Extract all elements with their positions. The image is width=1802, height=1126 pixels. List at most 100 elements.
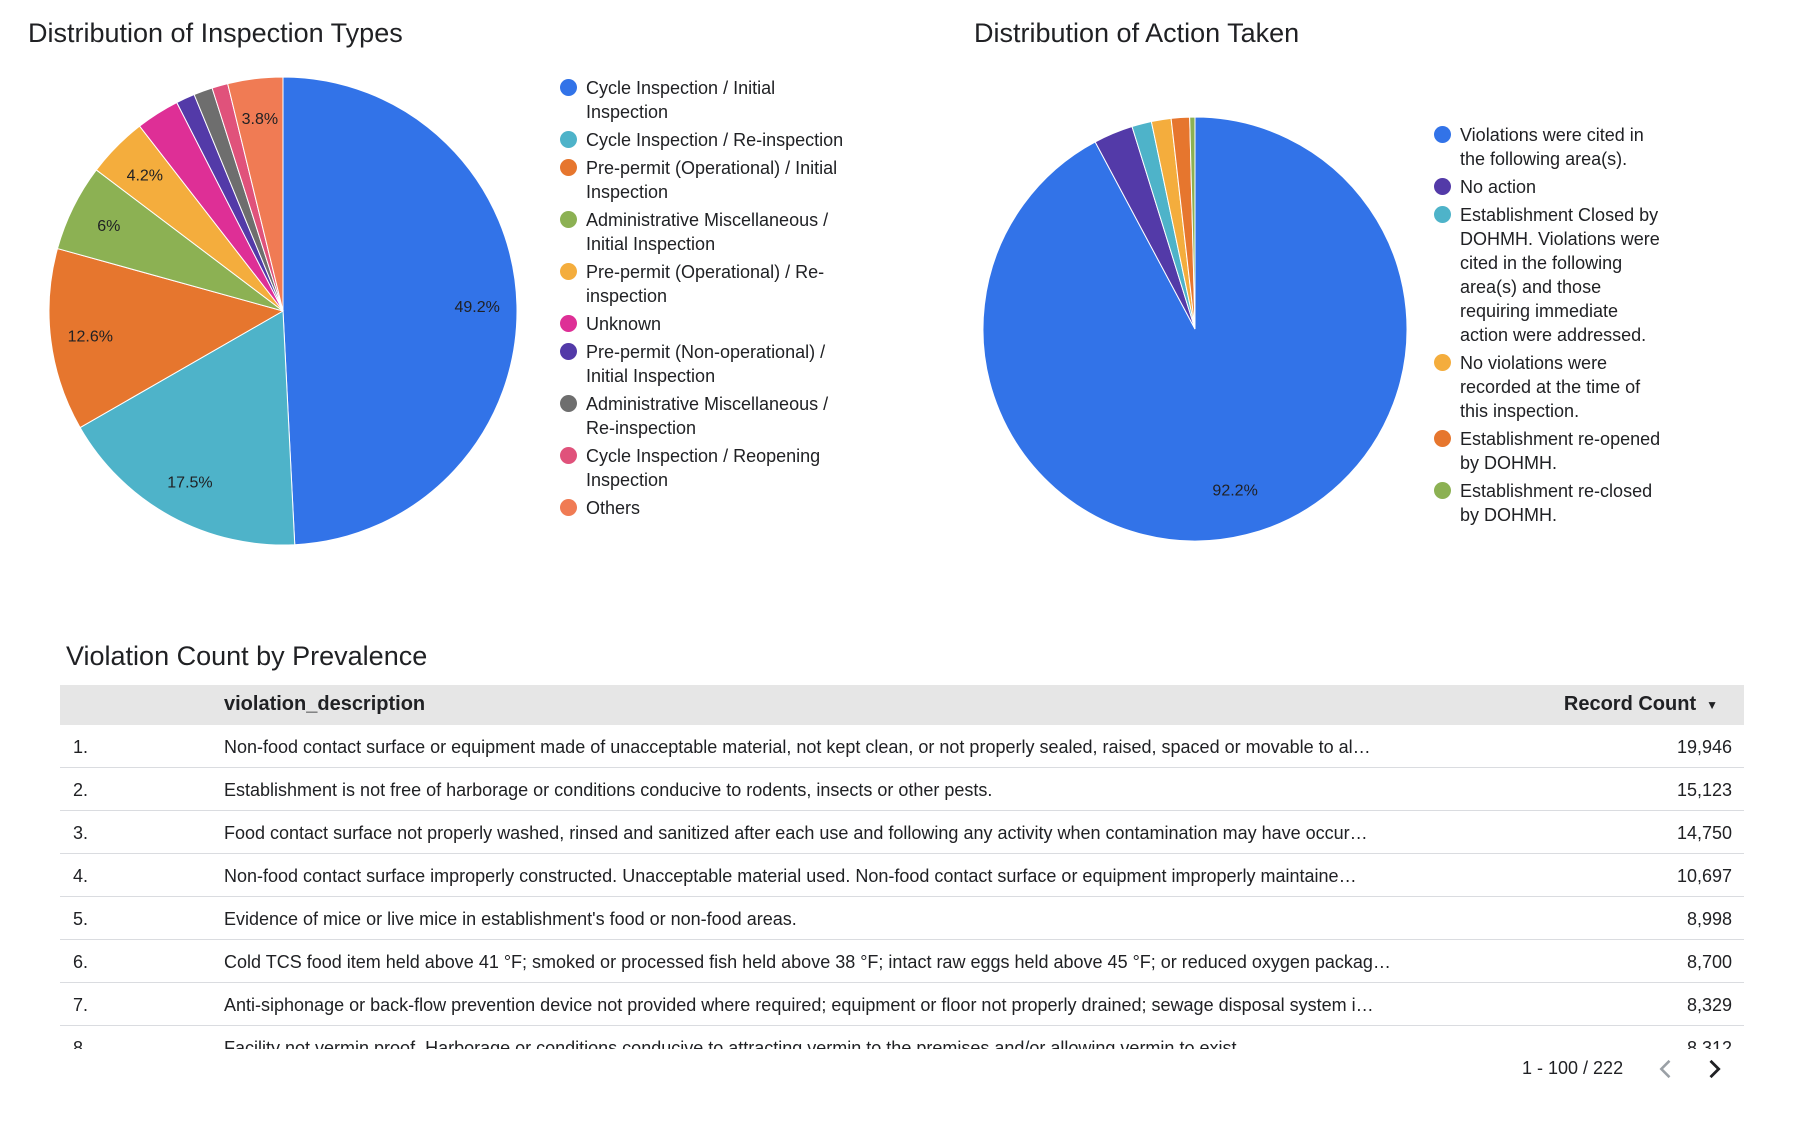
- legend-action-taken: Violations were cited in the following a…: [1434, 123, 1669, 531]
- row-record-count: 14,750: [1676, 823, 1732, 843]
- row-number: 7.: [73, 995, 89, 1015]
- legend-label: Administrative Miscellaneous / Initial I…: [586, 210, 829, 254]
- legend-label: Others: [586, 498, 641, 518]
- table-row[interactable]: 1. Non-food contact surface or equipment …: [60, 725, 1744, 768]
- table-row[interactable]: 2. Establishment is not free of harborage…: [60, 768, 1744, 811]
- legend-swatch-icon: [1434, 206, 1451, 223]
- slice-label-pre-permit-operational-initial-inspectio: 12.6%: [68, 328, 113, 345]
- legend-item-others[interactable]: Others: [560, 496, 860, 520]
- row-number: 1.: [73, 737, 89, 757]
- legend-swatch-icon: [560, 315, 577, 332]
- table-row[interactable]: 7. Anti-siphonage or back-flow prevention…: [60, 983, 1744, 1026]
- table-row[interactable]: 6. Cold TCS food item held above 41 °F; s…: [60, 940, 1744, 983]
- slice-label-cycle-inspection-re-inspection: 17.5%: [167, 474, 212, 491]
- legend-item-unknown[interactable]: Unknown: [560, 312, 860, 336]
- slice-label-pre-permit-operational-re-inspection: 4.2%: [127, 168, 163, 185]
- slice-label-violations-were-cited-in-the-following-a: 92.2%: [1212, 482, 1257, 499]
- legend-item-no-action[interactable]: No action: [1434, 175, 1669, 199]
- slice-label-administrative-miscellaneous-initial-ins: 6%: [97, 218, 120, 235]
- row-description: Non-food contact surface or equipment ma…: [224, 737, 1371, 757]
- legend-item-no-violations-were-recorded-at-the-time-[interactable]: No violations were recorded at the time …: [1434, 351, 1669, 423]
- legend-swatch-icon: [1434, 482, 1451, 499]
- legend-label: Pre-permit (Operational) / Re-inspection: [586, 262, 825, 306]
- legend-swatch-icon: [560, 499, 577, 516]
- table-row[interactable]: 5. Evidence of mice or live mice in estab…: [60, 897, 1744, 940]
- table-row[interactable]: 8. Facility not vermin proof. Harborage o…: [60, 1026, 1744, 1049]
- row-description: Facility not vermin proof. Harborage or …: [224, 1038, 1242, 1049]
- row-record-count: 8,312: [1686, 1038, 1732, 1049]
- column-header-record-count-label: Record Count: [1563, 693, 1697, 715]
- legend-item-cycle-inspection-reopening-inspection[interactable]: Cycle Inspection / Reopening Inspection: [560, 444, 860, 492]
- row-description: Evidence of mice or live mice in establi…: [224, 909, 797, 929]
- sort-descending-icon[interactable]: ▼: [1706, 698, 1718, 712]
- table-row[interactable]: 3. Food contact surface not properly wash…: [60, 811, 1744, 854]
- legend-item-pre-permit-operational-initial-inspectio[interactable]: Pre-permit (Operational) / Initial Inspe…: [560, 156, 860, 204]
- legend-label: Violations were cited in the following a…: [1460, 125, 1644, 169]
- legend-label: Cycle Inspection / Reopening Inspection: [586, 446, 821, 490]
- pie-chart-action-taken[interactable]: 92.2%: [980, 114, 1410, 544]
- legend-item-pre-permit-non-operational-initial-inspe[interactable]: Pre-permit (Non-operational) / Initial I…: [560, 340, 860, 388]
- legend-label: Unknown: [586, 314, 662, 334]
- column-header-description[interactable]: violation_description: [224, 693, 425, 716]
- row-description: Food contact surface not properly washed…: [224, 823, 1368, 843]
- row-number: 4.: [73, 866, 89, 886]
- chevron-right-icon: [1709, 1059, 1721, 1079]
- row-description: Cold TCS food item held above 41 °F; smo…: [224, 952, 1391, 972]
- slice-label-others: 3.8%: [242, 111, 278, 128]
- row-description: Non-food contact surface improperly cons…: [224, 866, 1357, 886]
- row-record-count: 10,697: [1676, 866, 1732, 886]
- row-number: 3.: [73, 823, 89, 843]
- table-body: 1. Non-food contact surface or equipment …: [60, 725, 1744, 1049]
- row-record-count: 8,998: [1686, 909, 1732, 929]
- pie-chart-inspection-types[interactable]: 49.2% 17.5% 12.6% 6% 4.2% 3.8%: [48, 76, 518, 546]
- pagination-range: 1 - 100 / 222: [1522, 1058, 1624, 1078]
- violation-table: violation_description Record Count ▼ 1. N…: [60, 685, 1744, 1049]
- row-number: 2.: [73, 780, 89, 800]
- legend-label: Establishment re-closed by DOHMH.: [1460, 481, 1653, 525]
- legend-item-cycle-inspection-initial-inspection[interactable]: Cycle Inspection / Initial Inspection: [560, 76, 860, 124]
- legend-swatch-icon: [560, 211, 577, 228]
- legend-label: Pre-permit (Non-operational) / Initial I…: [586, 342, 826, 386]
- previous-page-button[interactable]: [1652, 1055, 1680, 1083]
- legend-label: Cycle Inspection / Re-inspection: [586, 130, 844, 150]
- legend-label: Administrative Miscellaneous / Re-inspec…: [586, 394, 829, 438]
- legend-item-violations-were-cited-in-the-following-a[interactable]: Violations were cited in the following a…: [1434, 123, 1669, 171]
- legend-swatch-icon: [1434, 430, 1451, 447]
- legend-label: Establishment re-opened by DOHMH.: [1460, 429, 1661, 473]
- row-number: 5.: [73, 909, 89, 929]
- legend-item-administrative-miscellaneous-re-inspecti[interactable]: Administrative Miscellaneous / Re-inspec…: [560, 392, 860, 440]
- legend-item-cycle-inspection-re-inspection[interactable]: Cycle Inspection / Re-inspection: [560, 128, 860, 152]
- legend-inspection-types: Cycle Inspection / Initial Inspection Cyc…: [560, 76, 860, 524]
- row-record-count: 15,123: [1676, 780, 1732, 800]
- legend-swatch-icon: [560, 447, 577, 464]
- row-description: Anti-siphonage or back-flow prevention d…: [224, 995, 1374, 1015]
- legend-swatch-icon: [1434, 178, 1451, 195]
- legend-label: Cycle Inspection / Initial Inspection: [586, 78, 776, 122]
- row-number: 6.: [73, 952, 89, 972]
- legend-swatch-icon: [560, 159, 577, 176]
- legend-swatch-icon: [560, 263, 577, 280]
- slice-label-cycle-inspection-initial-inspection: 49.2%: [454, 299, 499, 316]
- legend-label: Pre-permit (Operational) / Initial Inspe…: [586, 158, 838, 202]
- legend-item-establishment-closed-by-dohmh-violations[interactable]: Establishment Closed by DOHMH. Violation…: [1434, 203, 1669, 347]
- column-header-record-count[interactable]: Record Count ▼: [1564, 693, 1718, 716]
- next-page-button[interactable]: [1700, 1055, 1728, 1083]
- legend-label: No violations were recorded at the time …: [1460, 353, 1641, 421]
- legend-swatch-icon: [560, 131, 577, 148]
- legend-label: No action: [1460, 177, 1537, 197]
- row-record-count: 8,329: [1686, 995, 1732, 1015]
- table-row[interactable]: 4. Non-food contact surface improperly co…: [60, 854, 1744, 897]
- legend-item-establishment-re-closed-by-dohmh[interactable]: Establishment re-closed by DOHMH.: [1434, 479, 1669, 527]
- legend-swatch-icon: [1434, 126, 1451, 143]
- chart-title-inspection-types: Distribution of Inspection Types: [28, 18, 403, 48]
- row-record-count: 8,700: [1686, 952, 1732, 972]
- legend-item-pre-permit-operational-re-inspection[interactable]: Pre-permit (Operational) / Re-inspection: [560, 260, 860, 308]
- legend-label: Establishment Closed by DOHMH. Violation…: [1460, 205, 1660, 345]
- legend-swatch-icon: [560, 395, 577, 412]
- legend-item-administrative-miscellaneous-initial-ins[interactable]: Administrative Miscellaneous / Initial I…: [560, 208, 860, 256]
- chart-title-action-taken: Distribution of Action Taken: [974, 18, 1300, 48]
- table-title: Violation Count by Prevalence: [66, 641, 428, 671]
- legend-swatch-icon: [560, 79, 577, 96]
- chevron-left-icon: [1659, 1059, 1671, 1079]
- legend-item-establishment-re-opened-by-dohmh[interactable]: Establishment re-opened by DOHMH.: [1434, 427, 1669, 475]
